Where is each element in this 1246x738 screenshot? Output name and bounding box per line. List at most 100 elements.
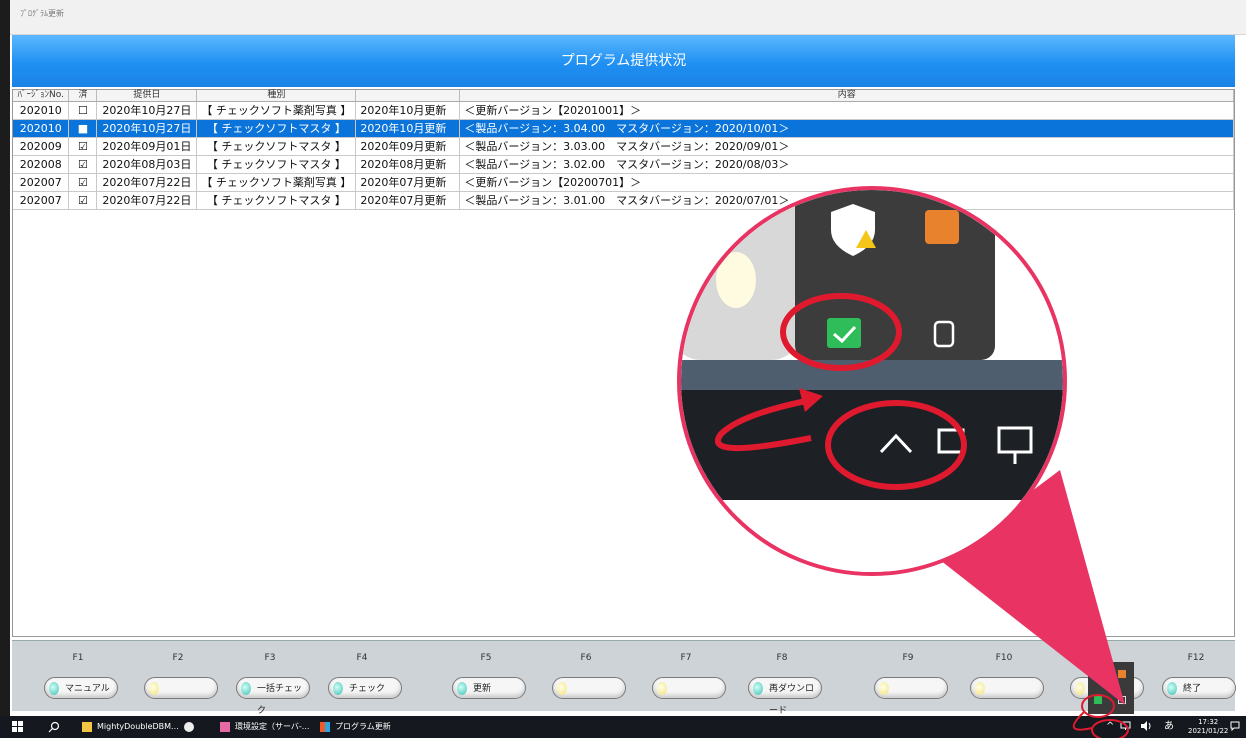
col-header-content[interactable]: 内容 [459, 90, 1234, 102]
cell-date: 2020年10月27日 [96, 101, 198, 120]
status-led-icon [1167, 682, 1177, 695]
col-header-done[interactable]: 済 [68, 90, 98, 102]
col-header-date[interactable]: 提供日 [96, 90, 198, 102]
notification-icon[interactable] [1230, 721, 1240, 733]
taskbar-item-settings[interactable]: 環境設定（サーバ-... [220, 721, 309, 733]
network-icon[interactable] [1120, 721, 1131, 733]
col-header-update[interactable] [355, 90, 461, 102]
fkey-button-label: 更新 [473, 684, 492, 694]
cell-date: 2020年07月22日 [96, 191, 198, 210]
cell-update: 2020年08月更新 [355, 155, 461, 174]
cell-content: ＜製品バージョン：3.03.00 マスタバージョン：2020/09/01＞ [459, 137, 1234, 156]
windows-taskbar: MightyDoubleDBM... 環境設定（サーバ-... プログラム更新 … [0, 716, 1246, 738]
status-led-icon [879, 682, 889, 695]
fkey-button-f1[interactable]: マニュアル [44, 677, 118, 699]
fkey-label-f7: F7 [680, 653, 692, 663]
status-led-icon [557, 682, 567, 695]
table-row[interactable]: 202009 ☑ 2020年09月01日【 チェックソフトマスタ 】 2020年09月… [13, 137, 1234, 156]
cell-kind: 【 チェックソフトマスタ 】 [196, 191, 357, 210]
security-shield-icon[interactable] [1094, 670, 1102, 678]
fkey-button-f9[interactable] [874, 677, 948, 699]
fkey-label-f10: F10 [995, 653, 1013, 663]
cell-kind: 【 チェックソフト薬剤写真 】 [196, 173, 357, 192]
fkey-label-f4: F4 [356, 653, 368, 663]
cell-kind: 【 チェックソフト薬剤写真 】 [196, 101, 357, 120]
table-row[interactable]: 202008 ☑ 2020年08月03日【 チェックソフトマスタ 】 2020年08月… [13, 155, 1234, 174]
cell-content: ＜更新バージョン【20201001】＞ [459, 101, 1234, 120]
fkey-button-label: チェック [349, 684, 386, 694]
cell-done-checkbox[interactable]: ☑ [68, 137, 98, 156]
cell-date: 2020年09月01日 [96, 137, 198, 156]
clock[interactable]: 17:32 2021/01/22 [1188, 718, 1228, 735]
cell-done-checkbox[interactable]: ☑ [68, 155, 98, 174]
fkey-label-f5: F5 [480, 653, 492, 663]
check-soft-icon-large [827, 318, 861, 348]
tray-popup [1088, 662, 1134, 714]
cell-kind: 【 チェックソフトマスタ 】 [196, 137, 357, 156]
start-icon[interactable] [12, 721, 24, 733]
cell-update: 2020年09月更新 [355, 137, 461, 156]
status-led-icon [149, 682, 159, 695]
settings-app-icon [220, 721, 230, 732]
status-led-icon [975, 682, 985, 695]
search-icon[interactable] [48, 721, 60, 733]
fkey-button-f5[interactable]: 更新 [452, 677, 526, 699]
cell-version: 202008 [13, 155, 70, 174]
taskbar-item-app-icon[interactable] [184, 721, 199, 733]
fkey-button-f10[interactable] [970, 677, 1044, 699]
fkey-button-f7[interactable] [652, 677, 726, 699]
fkey-button-f8[interactable]: 再ダウンロード [748, 677, 822, 716]
status-led-icon [657, 682, 667, 695]
taskbar-item-program-update[interactable]: プログラム更新 [320, 721, 391, 733]
check-soft-tray-icon[interactable] [1094, 696, 1102, 704]
magnifier-view [681, 190, 1063, 572]
fkey-label-f8: F8 [776, 653, 788, 663]
fkey-label-f3: F3 [264, 653, 276, 663]
java-icon[interactable] [1118, 670, 1126, 678]
camera-icon[interactable] [1118, 696, 1126, 704]
cell-version: 202007 [13, 191, 70, 210]
fkey-button-f4[interactable]: チェック [328, 677, 402, 699]
tray-chevron-up-icon[interactable]: ^ [1106, 721, 1114, 733]
taskbar-item-mightydouble[interactable]: MightyDoubleDBM... [82, 721, 179, 733]
ime-indicator[interactable]: あ [1164, 721, 1174, 733]
cell-update: 2020年10月更新 [355, 119, 461, 138]
fkey-label-f6: F6 [580, 653, 592, 663]
status-led-icon [333, 682, 343, 695]
table-row[interactable]: 202010 ☐ 2020年10月27日【 チェックソフト薬剤写真 】 2020年10… [13, 101, 1234, 120]
status-led-icon [1075, 682, 1085, 695]
window-title: ﾌﾟﾛｸﾞﾗﾑ更新 [20, 9, 64, 18]
table-row[interactable]: 202007 ☑ 2020年07月22日【 チェックソフトマスタ 】 2020年07月… [13, 191, 1234, 210]
title-bar: ﾌﾟﾛｸﾞﾗﾑ更新 [10, 0, 1246, 35]
fkey-button-f6[interactable] [552, 677, 626, 699]
fkey-button-label: 再ダウンロード [769, 684, 815, 716]
col-header-kind[interactable]: 種別 [196, 90, 357, 102]
cell-done-checkbox[interactable]: ☐ [68, 101, 98, 120]
fkey-button-f2[interactable] [144, 677, 218, 699]
fkey-button-label: 終了 [1183, 684, 1202, 694]
status-led-icon [49, 682, 59, 695]
fkey-button-label: 一括チェック [257, 684, 303, 716]
cell-date: 2020年10月27日 [96, 119, 198, 138]
clock-time: 17:32 [1198, 718, 1219, 726]
status-led-icon [753, 682, 763, 695]
volume-icon[interactable] [1140, 721, 1152, 733]
cell-done-checkbox[interactable]: ☑ [68, 173, 98, 192]
clock-date: 2021/01/22 [1188, 727, 1229, 735]
fkey-label-f1: F1 [72, 653, 84, 663]
page-header: プログラム提供状況 [12, 35, 1235, 87]
cell-done-checkbox[interactable]: ☑ [68, 191, 98, 210]
magnifier-callout [677, 186, 1067, 576]
table-row[interactable]: 202007 ☑ 2020年07月22日【 チェックソフト薬剤写真 】 2020年07… [13, 173, 1234, 192]
table-header-row: ﾊﾞｰｼﾞｮﾝNo. 済 提供日 種別 内容 [13, 90, 1234, 102]
cell-date: 2020年07月22日 [96, 173, 198, 192]
cell-date: 2020年08月03日 [96, 155, 198, 174]
fkey-button-f3[interactable]: 一括チェック [236, 677, 310, 716]
page-title: プログラム提供状況 [560, 53, 687, 69]
col-header-version[interactable]: ﾊﾞｰｼﾞｮﾝNo. [13, 90, 70, 102]
cell-done-checkbox[interactable]: ■ [68, 119, 98, 138]
cell-update: 2020年07月更新 [355, 191, 461, 210]
cell-update: 2020年10月更新 [355, 101, 461, 120]
table-row[interactable]: 202010 ■ 2020年10月27日【 チェックソフトマスタ 】 2020年10月… [13, 119, 1234, 138]
fkey-button-f12[interactable]: 終了 [1162, 677, 1236, 699]
